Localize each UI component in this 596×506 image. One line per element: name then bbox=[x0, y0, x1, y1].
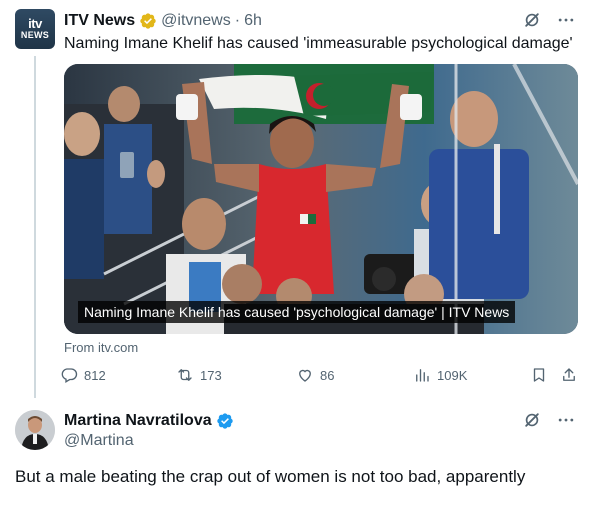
reply-header: Martina Navratilova bbox=[64, 410, 576, 432]
like-count: 86 bbox=[320, 367, 335, 383]
reply-button[interactable]: 812 bbox=[60, 366, 106, 384]
tweet-timestamp[interactable]: 6h bbox=[244, 12, 262, 30]
martina-avatar[interactable] bbox=[15, 410, 55, 450]
tweet-media-photo[interactable] bbox=[64, 64, 578, 334]
blue-verified-badge-icon[interactable] bbox=[216, 412, 234, 430]
link-source[interactable]: From itv.com bbox=[64, 340, 138, 355]
share-button[interactable] bbox=[560, 366, 578, 384]
more-icon[interactable] bbox=[556, 410, 576, 430]
views-icon bbox=[416, 369, 429, 382]
reply-top-actions bbox=[522, 410, 576, 430]
avatar-logo-bottom: NEWS bbox=[20, 30, 50, 40]
retweet-icon bbox=[178, 369, 192, 381]
tweet-header: ITV News @itvnews · 6h bbox=[64, 10, 576, 32]
tweet-text: Naming Imane Khelif has caused 'immeasur… bbox=[64, 35, 573, 52]
tweet-top-actions bbox=[522, 10, 576, 30]
retweet-button[interactable]: 173 bbox=[176, 366, 222, 384]
itv-news-avatar[interactable]: itv NEWS bbox=[15, 9, 55, 49]
reply-author-name[interactable]: Martina Navratilova bbox=[64, 412, 212, 430]
views-count: 109K bbox=[437, 367, 468, 383]
thread-line bbox=[34, 56, 36, 398]
grok-icon[interactable] bbox=[522, 10, 542, 30]
bookmark-button[interactable] bbox=[530, 366, 548, 384]
reply-count: 812 bbox=[84, 367, 106, 383]
heart-icon bbox=[299, 369, 311, 382]
boxer-celebration-photo bbox=[64, 64, 578, 334]
reply-author-handle[interactable]: @Martina bbox=[64, 432, 134, 450]
tweet-action-bar: 812 173 86 109K bbox=[60, 366, 590, 388]
gold-verified-badge-icon[interactable] bbox=[139, 12, 157, 30]
separator-dot: · bbox=[234, 12, 241, 29]
reply-icon bbox=[61, 368, 78, 383]
bookmark-icon bbox=[533, 368, 545, 382]
retweet-count: 173 bbox=[200, 367, 222, 383]
like-button[interactable]: 86 bbox=[296, 366, 334, 384]
avatar-logo-top: itv bbox=[28, 16, 42, 31]
more-icon[interactable] bbox=[556, 10, 576, 30]
author-handle[interactable]: @itvnews bbox=[161, 12, 231, 30]
views-button[interactable]: 109K bbox=[413, 366, 467, 384]
reply-text: But a male beating the crap out of women… bbox=[15, 467, 526, 486]
media-caption: Naming Imane Khelif has caused 'psycholo… bbox=[78, 301, 516, 323]
share-icon bbox=[563, 368, 575, 381]
author-name[interactable]: ITV News bbox=[64, 12, 135, 30]
grok-icon[interactable] bbox=[522, 410, 542, 430]
